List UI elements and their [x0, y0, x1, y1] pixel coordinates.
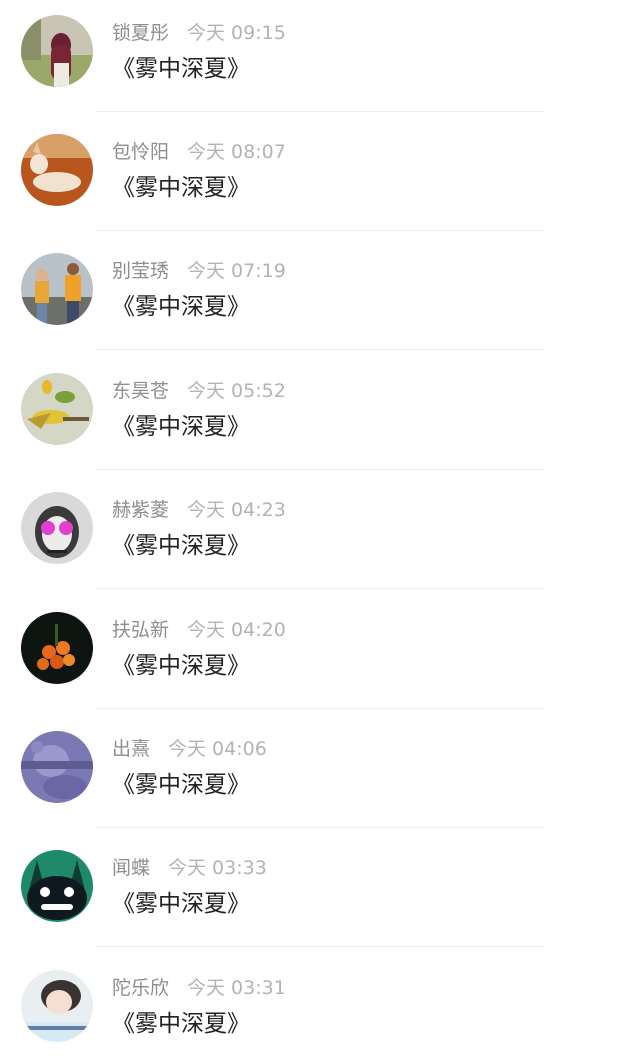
message-meta: 赫紫菱 今天 04:23 [112, 496, 286, 524]
message-text[interactable]: 《雾中深夏》 [112, 768, 250, 802]
timestamp: 今天 03:31 [187, 977, 286, 999]
sender-name[interactable]: 扶弘新 [112, 619, 169, 641]
message-meta: 出熹 今天 04:06 [112, 735, 267, 763]
message-meta: 别莹琇 今天 07:19 [112, 257, 286, 285]
list-item[interactable]: 赫紫菱 今天 04:23 《雾中深夏》 [0, 477, 640, 596]
message-meta: 扶弘新 今天 04:20 [112, 616, 286, 644]
avatar[interactable] [21, 492, 93, 564]
message-text[interactable]: 《雾中深夏》 [112, 290, 250, 324]
list-item[interactable]: 锁夏彤 今天 09:15 《雾中深夏》 [0, 0, 640, 119]
sender-name[interactable]: 锁夏彤 [112, 22, 169, 44]
sender-name[interactable]: 别莹琇 [112, 260, 169, 282]
message-text[interactable]: 《雾中深夏》 [112, 649, 250, 683]
avatar[interactable] [21, 731, 93, 803]
avatar[interactable] [21, 373, 93, 445]
timestamp: 今天 08:07 [187, 141, 286, 163]
avatar[interactable] [21, 134, 93, 206]
avatar[interactable] [21, 612, 93, 684]
message-meta: 锁夏彤 今天 09:15 [112, 19, 286, 47]
birds-avatar [21, 373, 93, 445]
list-item[interactable]: 闻蝶 今天 03:33 《雾中深夏》 [0, 835, 640, 954]
avatar[interactable] [21, 970, 93, 1042]
sender-name[interactable]: 闻蝶 [112, 857, 150, 879]
timestamp: 今天 03:33 [168, 857, 267, 879]
message-text[interactable]: 《雾中深夏》 [112, 52, 250, 86]
timestamp: 今天 04:20 [187, 619, 286, 641]
avatar[interactable] [21, 15, 93, 87]
purple-bear-avatar [21, 731, 93, 803]
divider [96, 708, 544, 709]
divider [96, 111, 544, 112]
message-meta: 闻蝶 今天 03:33 [112, 854, 267, 882]
divider [96, 946, 544, 947]
sunglasses-girl-avatar [21, 492, 93, 564]
list-item[interactable]: 包怜阳 今天 08:07 《雾中深夏》 [0, 119, 640, 238]
list-item[interactable]: 别莹琇 今天 07:19 《雾中深夏》 [0, 238, 640, 357]
message-meta: 包怜阳 今天 08:07 [112, 138, 286, 166]
message-list: 锁夏彤今天 09:15 《雾中深夏》 包怜阳今天 08:07 《雾中深夏》 [0, 0, 640, 1058]
girl-red-hair-avatar [21, 15, 93, 87]
divider [96, 588, 544, 589]
list-item[interactable]: 扶弘新 今天 04:20 《雾中深夏》 [0, 597, 640, 716]
timestamp: 今天 05:52 [187, 380, 286, 402]
timestamp: 今天 04:23 [187, 499, 286, 521]
message-text[interactable]: 《雾中深夏》 [112, 171, 250, 205]
divider [96, 230, 544, 231]
message-text[interactable]: 《雾中深夏》 [112, 529, 250, 563]
sender-name[interactable]: 陀乐欣 [112, 977, 169, 999]
list-item[interactable]: 出熹 今天 04:06 《雾中深夏》 [0, 716, 640, 835]
divider [96, 827, 544, 828]
message-text[interactable]: 《雾中深夏》 [112, 410, 250, 444]
message-meta: 陀乐欣 今天 03:31 [112, 974, 286, 1002]
message-text[interactable]: 《雾中深夏》 [112, 887, 250, 921]
cartoon-girl-avatar [21, 970, 93, 1042]
totoro-avatar [21, 850, 93, 922]
list-item[interactable]: 陀乐欣 今天 03:31 《雾中深夏》 [0, 955, 640, 1058]
dog-avatar [21, 134, 93, 206]
sender-name[interactable]: 出熹 [112, 738, 150, 760]
message-text[interactable]: 《雾中深夏》 [112, 1007, 250, 1041]
avatar[interactable] [21, 850, 93, 922]
divider [96, 469, 544, 470]
orange-flowers-avatar [21, 612, 93, 684]
timestamp: 今天 04:06 [168, 738, 267, 760]
sender-name[interactable]: 包怜阳 [112, 141, 169, 163]
sender-name[interactable]: 赫紫菱 [112, 499, 169, 521]
timestamp: 今天 09:15 [187, 22, 286, 44]
couple-avatar [21, 253, 93, 325]
message-meta: 东昊苍 今天 05:52 [112, 377, 286, 405]
sender-name[interactable]: 东昊苍 [112, 380, 169, 402]
timestamp: 今天 07:19 [187, 260, 286, 282]
divider [96, 349, 544, 350]
avatar[interactable] [21, 253, 93, 325]
list-item[interactable]: 东昊苍 今天 05:52 《雾中深夏》 [0, 358, 640, 477]
